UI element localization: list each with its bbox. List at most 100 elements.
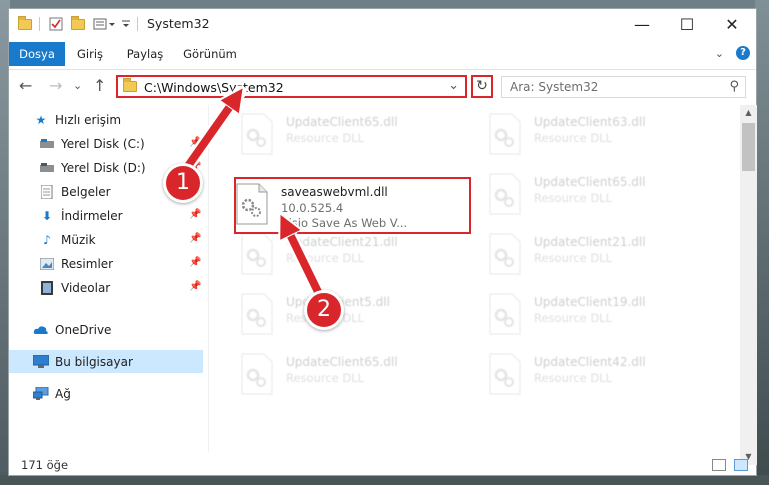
dll-file-icon [240, 293, 274, 335]
up-arrow-icon[interactable]: ↑ [93, 76, 106, 95]
sidebar-item-pictures[interactable]: Resimler 📌 [9, 252, 203, 275]
maximize-button[interactable]: ☐ [664, 9, 710, 39]
sidebar-item-network[interactable]: Ağ [9, 382, 203, 405]
file-item[interactable]: UpdateClient65.dll Resource DLL [488, 171, 718, 225]
dll-file-icon [240, 113, 274, 155]
tab-paylas[interactable]: Paylaş [117, 42, 173, 66]
file-type: Resource DLL [534, 311, 613, 325]
sidebar-item-label: Yerel Disk (D:) [61, 160, 146, 175]
address-path: C:\Windows\System32 [144, 80, 284, 95]
file-type: Resource DLL [534, 191, 613, 205]
callout-step-1: 1 [163, 163, 203, 203]
dll-file-icon [488, 353, 522, 395]
title-separator [137, 16, 138, 32]
file-item-saveaswebvml[interactable]: saveaswebvml.dll 10.0.525.4 Visio Save A… [235, 181, 465, 235]
file-type: Resource DLL [286, 251, 365, 265]
quick-access-dropdown-icon[interactable] [121, 16, 131, 32]
title-bar: System32 — ☐ ✕ [9, 9, 756, 39]
dll-file-icon [240, 353, 274, 395]
file-item[interactable]: UpdateClient65.dll Resource DLL [240, 111, 470, 165]
details-view-icon[interactable] [712, 459, 726, 471]
video-icon [39, 280, 55, 295]
pictures-icon [39, 257, 55, 271]
file-description: Visio Save As Web V... [281, 216, 408, 230]
file-item[interactable]: UpdateClient63.dll Resource DLL [488, 111, 718, 165]
properties-icon[interactable] [49, 16, 63, 32]
sidebar-item-onedrive[interactable]: OneDrive [9, 318, 203, 341]
file-item[interactable]: UpdateClient65.dll Resource DLL [240, 351, 470, 405]
quick-access-folder-icon[interactable] [18, 15, 32, 32]
sidebar-item-label: Belgeler [61, 184, 111, 199]
sidebar-item-drive-c[interactable]: Yerel Disk (C:) 📌 [9, 132, 203, 155]
vertical-scrollbar[interactable]: ▲ ▼ [740, 105, 757, 465]
sidebar-item-this-pc[interactable]: Bu bilgisayar [9, 350, 203, 373]
recent-locations-chevron-icon[interactable]: ⌄ [73, 79, 82, 92]
file-item[interactable]: UpdateClient42.dll Resource DLL [488, 351, 718, 405]
sidebar-item-label: Bu bilgisayar [55, 354, 133, 369]
dll-file-icon [488, 173, 522, 215]
file-explorer-window: System32 — ☐ ✕ Dosya Giriş Paylaş Görünü… [8, 8, 757, 476]
refresh-icon[interactable]: ↻ [471, 75, 493, 98]
pin-icon[interactable]: 📌 [189, 233, 201, 244]
status-bar: 171 öğe [9, 454, 756, 476]
dll-file-icon [488, 233, 522, 275]
dll-file-icon [240, 233, 274, 275]
tab-dosya[interactable]: Dosya [9, 42, 65, 66]
address-bar[interactable]: C:\Windows\System32 ⌄ [116, 75, 467, 98]
pin-icon[interactable]: 📌 [189, 209, 201, 220]
desktop-background-right [755, 0, 769, 485]
pin-icon[interactable]: 📌 [189, 257, 201, 268]
sidebar-item-videos[interactable]: Videolar 📌 [9, 276, 203, 299]
pane-splitter[interactable] [208, 105, 209, 452]
customize-toolbar-icon[interactable] [93, 16, 119, 32]
file-name: saveaswebvml.dll [281, 185, 388, 199]
quick-access-separator [39, 16, 40, 32]
forward-arrow-icon[interactable]: → [49, 76, 62, 95]
window-title: System32 [147, 16, 210, 31]
large-icons-view-icon[interactable] [734, 459, 748, 471]
drive-icon [39, 161, 55, 175]
file-item[interactable]: UpdateClient5.dllResource DLL [240, 291, 470, 345]
file-type: Resource DLL [534, 371, 613, 385]
download-icon: ⬇ [41, 208, 53, 223]
tab-gorunum[interactable]: Görünüm [177, 42, 243, 66]
file-name: UpdateClient63.dll [534, 115, 646, 129]
sidebar-item-music[interactable]: ♪ Müzik 📌 [9, 228, 203, 251]
navigation-pane: ★ Hızlı erişim Yerel Disk (C:) 📌 Yerel D… [9, 105, 205, 452]
back-arrow-icon[interactable]: ← [19, 76, 32, 95]
sidebar-item-label: Müzik [61, 232, 96, 247]
help-icon[interactable]: ? [736, 46, 750, 60]
pin-icon[interactable]: 📌 [189, 137, 201, 148]
ribbon-expand-chevron-down-icon[interactable]: ⌄ [715, 47, 724, 60]
music-icon: ♪ [43, 232, 51, 247]
file-name: UpdateClient65.dll [286, 115, 398, 129]
ribbon-tabs: Dosya Giriş Paylaş Görünüm ⌄ ? [9, 42, 756, 66]
scroll-up-arrow-icon[interactable]: ▲ [740, 105, 757, 121]
sidebar-item-label: Videolar [61, 280, 111, 295]
close-button[interactable]: ✕ [709, 9, 755, 39]
file-name: UpdateClient65.dll [534, 175, 646, 189]
drive-icon [39, 137, 55, 151]
pin-icon[interactable]: 📌 [189, 281, 201, 292]
computer-icon [33, 355, 49, 369]
sidebar-item-label: Resimler [61, 256, 114, 271]
address-history-chevron-icon[interactable]: ⌄ [448, 78, 459, 93]
search-icon: ⚲ [729, 79, 739, 94]
minimize-button[interactable]: — [619, 9, 665, 39]
file-name: UpdateClient65.dll [286, 355, 398, 369]
sidebar-item-downloads[interactable]: ⬇ İndirmeler 📌 [9, 204, 203, 227]
file-item[interactable]: UpdateClient19.dll Resource DLL [488, 291, 718, 345]
new-folder-icon[interactable] [71, 15, 85, 32]
file-list: UpdateClient65.dll Resource DLL UpdateClie… [210, 105, 739, 452]
scroll-thumb[interactable] [742, 123, 755, 171]
dll-file-icon [488, 293, 522, 335]
file-item[interactable]: UpdateClient21.dll Resource DLL [488, 231, 718, 285]
dll-file-icon [235, 183, 269, 225]
sidebar-item-quick-access[interactable]: ★ Hızlı erişim [9, 108, 203, 131]
search-input[interactable]: Ara: System32 ⚲ [501, 76, 746, 98]
dll-file-icon [488, 113, 522, 155]
tab-giris[interactable]: Giriş [65, 42, 115, 66]
file-item[interactable]: UpdateClient21.dll Resource DLL [240, 231, 470, 285]
file-type: Resource DLL [286, 131, 365, 145]
file-version: 10.0.525.4 [281, 201, 344, 215]
